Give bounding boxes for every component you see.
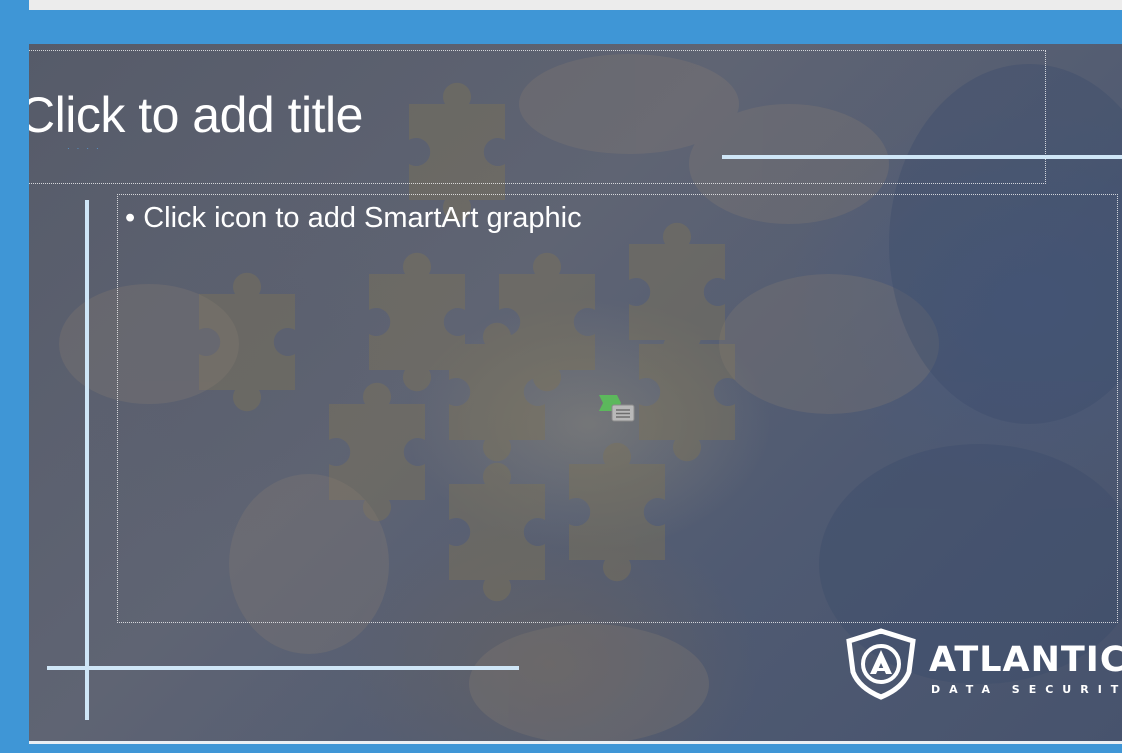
accent-line-vertical xyxy=(85,200,89,720)
shield-logo-icon xyxy=(846,628,916,700)
logo-name: ATLANTIC xyxy=(929,640,1122,680)
smartart-insert-icon[interactable] xyxy=(597,392,637,424)
top-canvas-strip xyxy=(29,0,1122,10)
company-logo: ATLANTIC DATA SECURITY xyxy=(843,628,1122,702)
title-placeholder-text[interactable]: Click to add title xyxy=(29,86,363,144)
accent-line-bottom xyxy=(47,666,519,670)
logo-tagline: DATA SECURITY xyxy=(931,683,1122,696)
content-placeholder-text[interactable]: • Click icon to add SmartArt graphic xyxy=(125,202,582,235)
slide-canvas[interactable]: Click to add title ···· • Click icon to … xyxy=(29,44,1122,741)
accent-line-top xyxy=(722,155,1122,159)
slide-bottom-edge xyxy=(29,741,1122,744)
spellcheck-underline: ···· xyxy=(67,144,106,153)
